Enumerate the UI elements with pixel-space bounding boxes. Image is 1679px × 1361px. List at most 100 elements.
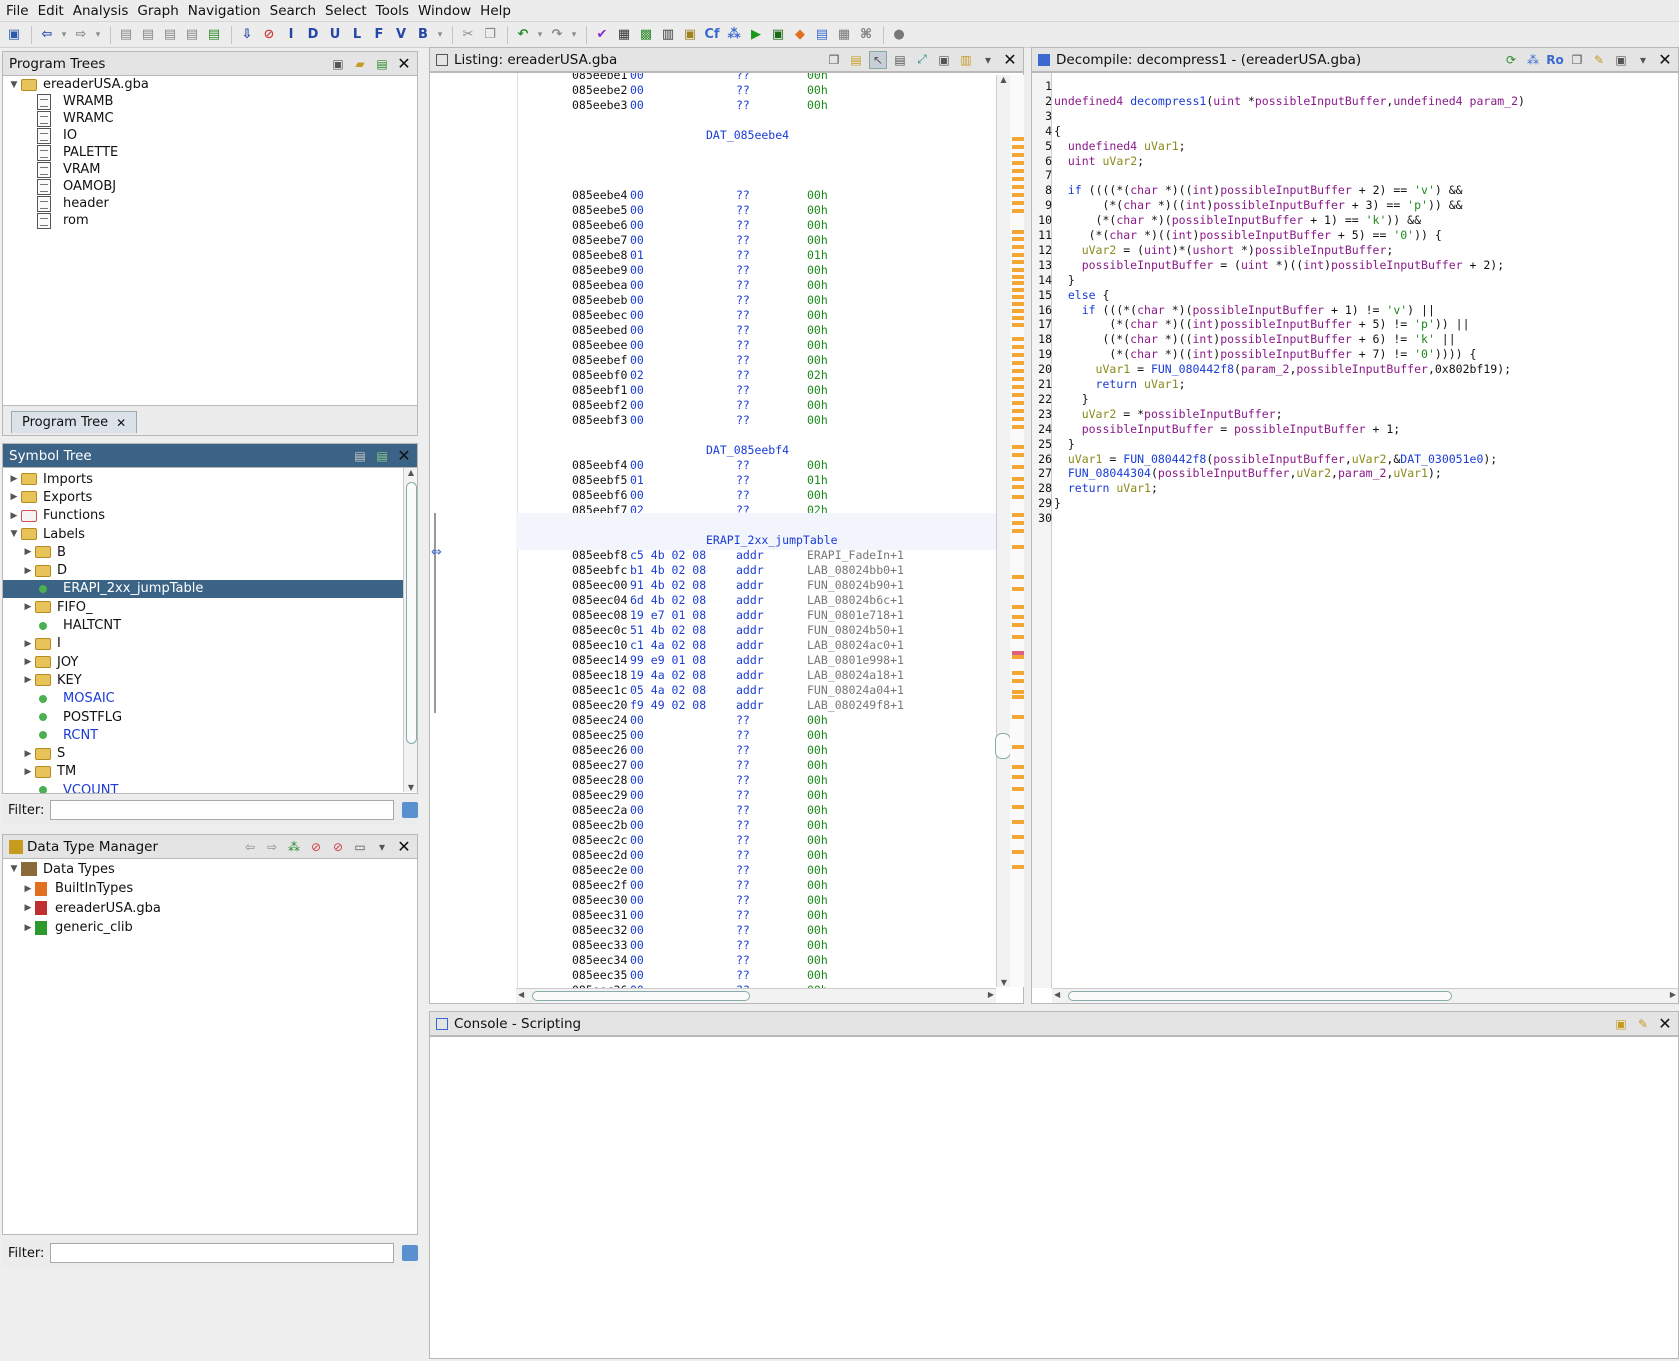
symbol-tree-item[interactable]: ▶ I bbox=[3, 635, 403, 653]
copy-icon[interactable]: ❐ bbox=[480, 25, 500, 45]
layout-icon[interactable]: ▥ bbox=[957, 51, 975, 69]
symbol-tree-item[interactable]: HALTCNT bbox=[3, 616, 403, 634]
overview-marker[interactable] bbox=[1012, 865, 1024, 869]
listing-row[interactable]: 085eec35 00?? 00h bbox=[516, 968, 996, 983]
listing-row[interactable]: 085eec08 19 e7 01 08 addr FUN_0801e718+1 bbox=[516, 608, 996, 623]
help-icon[interactable]: ● bbox=[889, 25, 909, 45]
overview-marker[interactable] bbox=[1012, 655, 1024, 659]
filter-options-icon[interactable] bbox=[402, 802, 418, 818]
overview-marker[interactable] bbox=[1012, 690, 1024, 694]
close-icon[interactable]: ✕ bbox=[1656, 50, 1674, 69]
close-tab-icon[interactable]: ✕ bbox=[116, 416, 126, 430]
overview-marker[interactable] bbox=[1012, 393, 1024, 397]
overview-marker[interactable] bbox=[1012, 635, 1024, 639]
down-arrow-icon[interactable]: ⇩ bbox=[237, 25, 257, 45]
expand-triangle-icon[interactable]: ▶ bbox=[7, 511, 21, 521]
menu-navigation[interactable]: Navigation bbox=[188, 3, 261, 19]
decompile-line[interactable]: 2 undefined4 decompress1(uint *possibleIn… bbox=[1032, 94, 1672, 109]
listing-row[interactable]: 085eebea 00?? 00h bbox=[516, 278, 996, 293]
listing-row[interactable]: 085eec2b 00?? 00h bbox=[516, 818, 996, 833]
program-tree-item[interactable]: WRAMB bbox=[3, 93, 417, 110]
overview-marker[interactable] bbox=[1012, 445, 1024, 449]
program-tree-item[interactable]: header bbox=[3, 195, 417, 212]
overview-marker[interactable] bbox=[1012, 417, 1024, 421]
listing-row[interactable]: 085eebf1 00?? 00h bbox=[516, 383, 996, 398]
overview-marker[interactable] bbox=[1012, 145, 1024, 149]
nav-l-icon[interactable]: L bbox=[347, 25, 367, 45]
menu-dropdown-icon[interactable]: ▾ bbox=[979, 51, 997, 69]
close-icon[interactable]: ✕ bbox=[395, 446, 413, 465]
overview-marker[interactable] bbox=[1012, 193, 1024, 197]
overview-marker[interactable] bbox=[1012, 521, 1024, 525]
overview-marker[interactable] bbox=[1012, 425, 1024, 429]
overview-marker[interactable] bbox=[1012, 345, 1024, 349]
overview-marker[interactable] bbox=[1012, 268, 1024, 272]
expand-triangle-icon[interactable]: ▼ bbox=[7, 864, 21, 874]
symbol-tree-item[interactable]: ▶ B bbox=[3, 543, 403, 561]
expand-triangle-icon[interactable]: ▶ bbox=[7, 492, 21, 502]
scroll-right-icon[interactable]: ▶ bbox=[988, 990, 994, 999]
filter-arrays-icon[interactable]: ⊘ bbox=[307, 838, 325, 856]
listing-row[interactable]: 085eec0c 51 4b 02 08 addr FUN_08024b50+1 bbox=[516, 623, 996, 638]
listing-row[interactable]: 085eebe1 00?? 00h bbox=[516, 73, 996, 83]
listing-row[interactable]: 085eebed 00?? 00h bbox=[516, 323, 996, 338]
decompile-line[interactable]: 18 ((*(char *)((int)possibleInputBuffer … bbox=[1032, 332, 1672, 347]
listing-row[interactable]: 085eebe7 00?? 00h bbox=[516, 233, 996, 248]
expand-triangle-icon[interactable]: ▶ bbox=[21, 903, 35, 913]
listing-row[interactable]: 085eebeb 00?? 00h bbox=[516, 293, 996, 308]
diamond-icon[interactable]: ◆ bbox=[790, 25, 810, 45]
decompile-line[interactable]: 23 uVar2 = *possibleInputBuffer; bbox=[1032, 407, 1672, 422]
overview-marker[interactable] bbox=[1012, 201, 1024, 205]
cut-icon[interactable]: ✂ bbox=[458, 25, 478, 45]
listing-row[interactable]: 085eebf6 00?? 00h bbox=[516, 488, 996, 503]
table-icon[interactable]: ▤ bbox=[812, 25, 832, 45]
overview-marker[interactable] bbox=[1012, 787, 1024, 791]
scroll-up-icon[interactable]: ▲ bbox=[404, 468, 417, 477]
scroll-thumb[interactable] bbox=[995, 733, 1011, 759]
listing-row[interactable]: 085eebee 00?? 00h bbox=[516, 338, 996, 353]
scroll-thumb[interactable] bbox=[406, 482, 417, 744]
forward-icon[interactable]: ⇨ bbox=[263, 838, 281, 856]
decompile-line[interactable]: 24 possibleInputBuffer = possibleInputBu… bbox=[1032, 422, 1672, 437]
decompile-line[interactable]: 13 possibleInputBuffer = (uint *)((int)p… bbox=[1032, 258, 1672, 273]
overview-marker[interactable] bbox=[1012, 485, 1024, 489]
decompile-code[interactable]: 1 2 undefined4 decompress1(uint *possibleI… bbox=[1032, 79, 1672, 979]
page-icon[interactable]: ▤ bbox=[138, 25, 158, 45]
menu-graph[interactable]: Graph bbox=[137, 3, 178, 19]
listing-row[interactable]: 085eec2a 00?? 00h bbox=[516, 803, 996, 818]
overview-marker[interactable] bbox=[1012, 281, 1024, 285]
menu-search[interactable]: Search bbox=[270, 3, 316, 19]
listing-row[interactable]: 085eebe8 01?? 01h bbox=[516, 248, 996, 263]
overview-marker[interactable] bbox=[1012, 850, 1024, 854]
program-tree-item[interactable]: rom bbox=[3, 212, 417, 229]
overview-marker[interactable] bbox=[1012, 477, 1024, 481]
scroll-up-icon[interactable]: ▲ bbox=[997, 75, 1010, 84]
overview-marker[interactable] bbox=[1012, 237, 1024, 241]
options-icon[interactable]: ⁂ bbox=[285, 838, 303, 856]
listing-row[interactable]: 085eec26 00?? 00h bbox=[516, 743, 996, 758]
data-type-archive[interactable]: ▶ generic_clib bbox=[3, 918, 417, 938]
decompile-hscrollbar[interactable]: ◀ ▶ bbox=[1052, 988, 1678, 1003]
listing-row[interactable]: 085eec24 00?? 00h bbox=[516, 713, 996, 728]
dropdown-icon[interactable]: ▾ bbox=[569, 25, 579, 45]
decompiler-icon[interactable]: Cf bbox=[702, 25, 722, 45]
resize-handle-icon[interactable]: ⇔ bbox=[431, 545, 442, 560]
symbol-tree-item[interactable]: ▶ Functions bbox=[3, 507, 403, 525]
overview-marker[interactable] bbox=[1012, 353, 1024, 357]
overview-marker[interactable] bbox=[1012, 309, 1024, 313]
overview-marker[interactable] bbox=[1012, 177, 1024, 181]
collapse-icon[interactable]: ▭ bbox=[351, 838, 369, 856]
expand-triangle-icon[interactable]: ▶ bbox=[21, 639, 35, 649]
menu-edit[interactable]: Edit bbox=[38, 3, 64, 19]
overview-marker[interactable] bbox=[1012, 745, 1024, 749]
overview-marker[interactable] bbox=[1012, 316, 1024, 320]
decompile-line[interactable]: 1 bbox=[1032, 79, 1672, 94]
overview-marker[interactable] bbox=[1012, 513, 1024, 517]
decompile-line[interactable]: 5 undefined4 uVar1; bbox=[1032, 139, 1672, 154]
overview-marker[interactable] bbox=[1012, 805, 1024, 809]
close-icon[interactable]: ✕ bbox=[395, 54, 413, 73]
open-folder-icon[interactable]: ▰ bbox=[351, 55, 369, 73]
nav-f-icon[interactable]: F bbox=[369, 25, 389, 45]
decompile-line[interactable]: 26 uVar1 = FUN_080442f8(possibleInputBuf… bbox=[1032, 452, 1672, 467]
overview-marker[interactable] bbox=[1012, 275, 1024, 279]
